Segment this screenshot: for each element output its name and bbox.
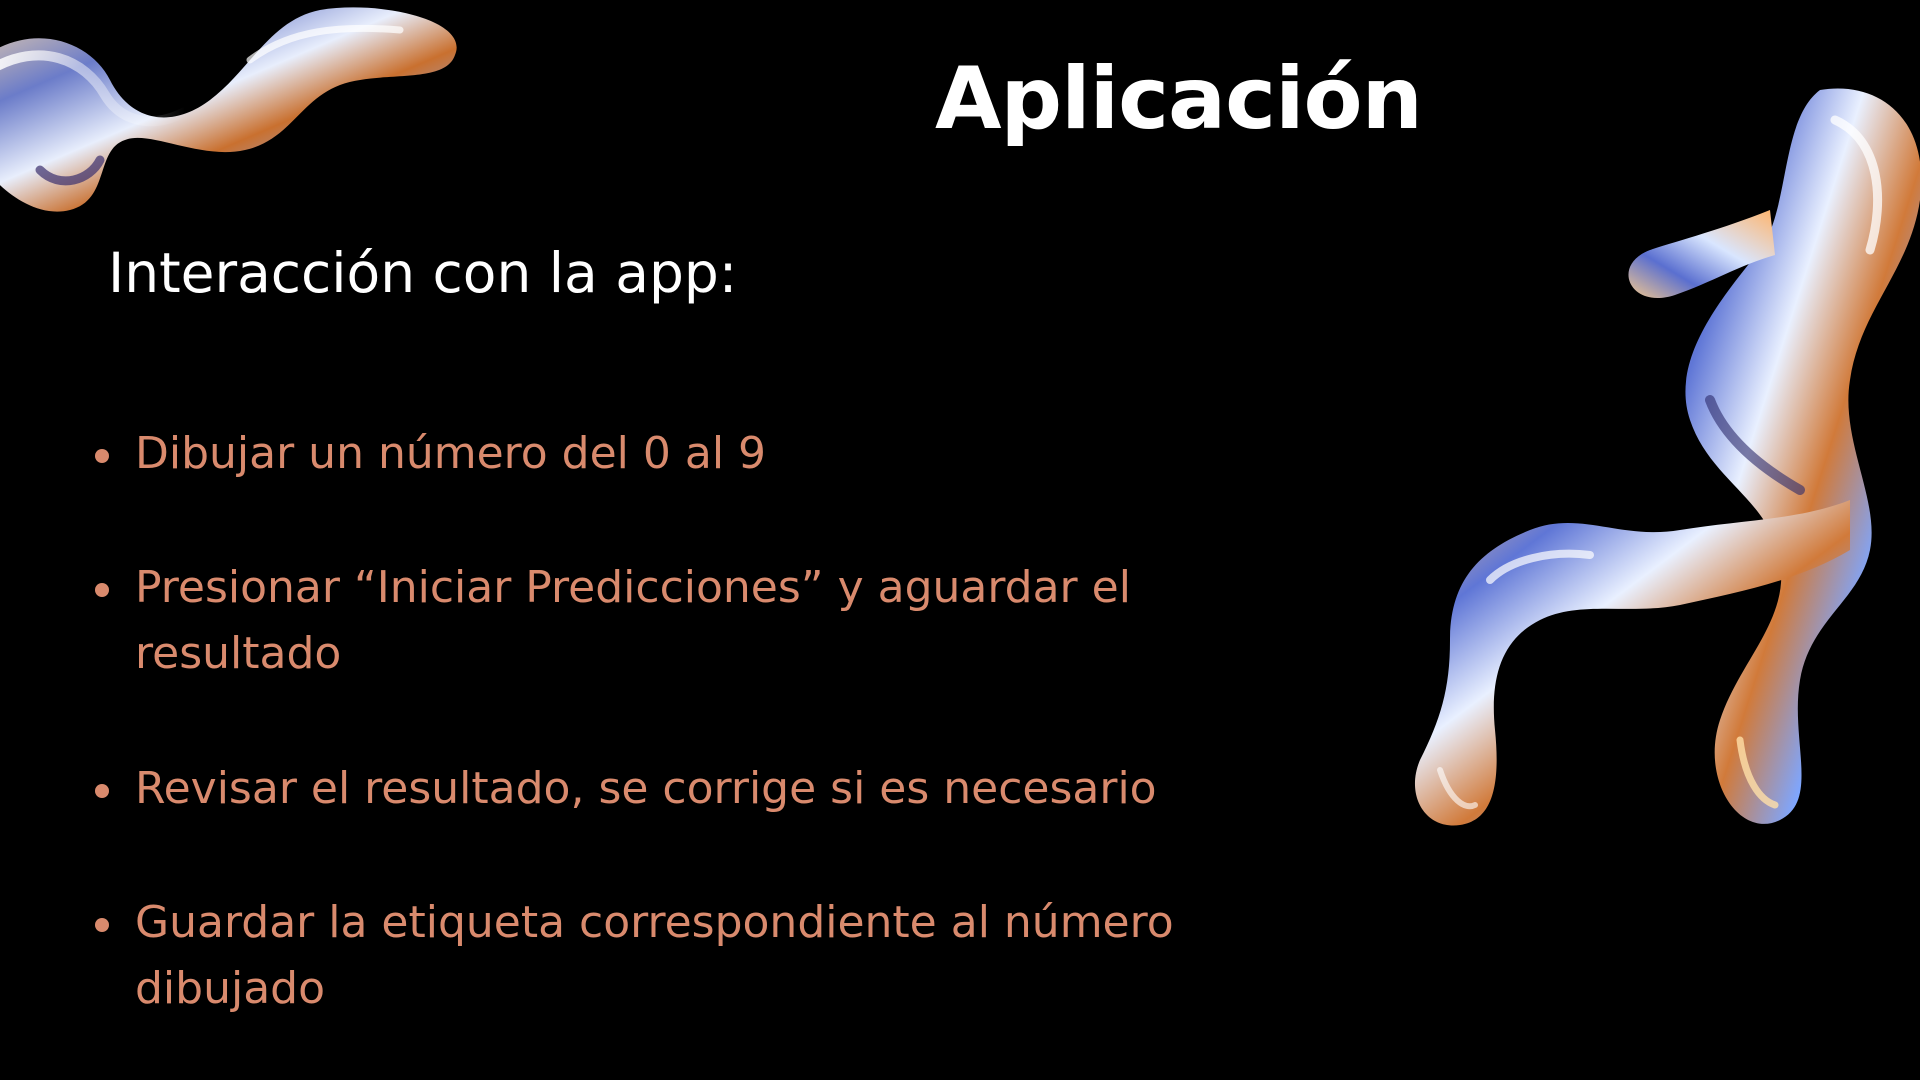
chrome-blob-top-left-graphic: [0, 7, 457, 212]
bullet-dot-icon: [95, 918, 109, 932]
slide-subtitle: Interacción con la app:: [108, 241, 738, 305]
slide-title: Aplicación: [935, 49, 1423, 149]
bullet-text: Revisar el resultado, se corrige si es n…: [135, 763, 1157, 814]
bullet-item: Guardar la etiqueta correspondiente al n…: [95, 890, 1345, 1022]
bullet-text: Presionar “Iniciar Predicciones” y aguar…: [135, 562, 1131, 679]
bullet-item: Revisar el resultado, se corrige si es n…: [95, 756, 1345, 822]
bullet-dot-icon: [95, 583, 109, 597]
slide: Aplicación Interacción con la app: Dibuj…: [0, 0, 1920, 1080]
chrome-blob-right-graphic: [1414, 88, 1920, 826]
bullet-item: Presionar “Iniciar Predicciones” y aguar…: [95, 555, 1345, 687]
bullet-text: Guardar la etiqueta correspondiente al n…: [135, 897, 1174, 1014]
bullet-dot-icon: [95, 784, 109, 798]
bullet-dot-icon: [95, 449, 109, 463]
bullet-text: Dibujar un número del 0 al 9: [135, 428, 767, 479]
bullet-item: Dibujar un número del 0 al 9: [95, 421, 1345, 487]
